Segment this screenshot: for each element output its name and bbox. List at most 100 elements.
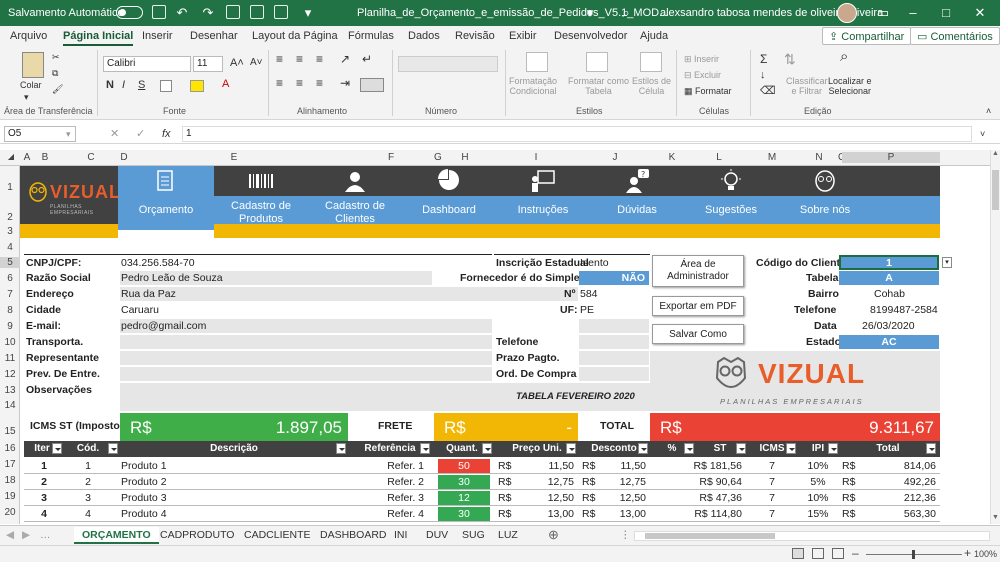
row-header[interactable]: 2 — [0, 212, 20, 223]
observacoes-field[interactable] — [120, 383, 492, 411]
cell-item[interactable]: 1 — [24, 460, 64, 472]
align-center-icon[interactable]: ≡ — [296, 77, 303, 89]
font-color-icon[interactable]: A — [222, 79, 229, 90]
nav-cadastro-clientes[interactable]: Cadastro de Clientes — [308, 166, 402, 230]
cell-price[interactable]: 12,50 — [518, 492, 574, 504]
cell-st[interactable]: R$ 114,80 — [682, 508, 742, 520]
scroll-down-icon[interactable]: ▼ — [992, 514, 999, 521]
cell-price[interactable]: 11,50 — [518, 460, 575, 472]
inscricao-value[interactable]: Isento — [580, 257, 609, 269]
italic-button[interactable]: I — [122, 80, 125, 91]
col-header[interactable]: C — [64, 152, 118, 163]
th-total[interactable]: Total — [840, 441, 936, 457]
zoom-slider-thumb[interactable] — [912, 550, 915, 559]
icms-total-cell[interactable]: R$ 1.897,05 — [120, 413, 348, 441]
add-sheet-icon[interactable]: ⊕ — [548, 527, 559, 543]
cell-ipi[interactable]: 10% — [800, 492, 836, 504]
tab-arquivo[interactable]: Arquivo — [10, 30, 47, 42]
cell-cur3[interactable]: R$ — [842, 492, 862, 504]
cell-item[interactable]: 3 — [24, 492, 64, 504]
sheet-tab-cadproduto[interactable]: CADPRODUTO — [160, 529, 234, 541]
cell-total[interactable]: 492,26 — [860, 476, 936, 488]
cell-cur2[interactable]: R$ — [582, 508, 602, 520]
cell-st[interactable]: R$ 181,56 — [682, 460, 742, 472]
cell-desc[interactable]: Produto 1 — [121, 460, 341, 472]
cell-total[interactable]: 212,36 — [860, 492, 936, 504]
cell-icms[interactable]: 7 — [750, 460, 794, 472]
sheet-tab-orcamento[interactable]: ORÇAMENTO — [74, 527, 159, 544]
col-header[interactable]: D — [120, 152, 128, 163]
tab-desenhar[interactable]: Desenhar — [190, 30, 238, 42]
qty-cell[interactable]: 30 — [438, 476, 490, 488]
align-left-icon[interactable]: ≡ — [276, 77, 283, 89]
format-cells-button[interactable]: ▦ Formatar — [684, 86, 732, 96]
cell-cur2[interactable]: R$ — [582, 492, 602, 504]
title-chevron-icon[interactable]: ▾ — [582, 5, 598, 21]
cell-cod[interactable]: 3 — [66, 492, 110, 504]
save-icon[interactable] — [152, 5, 166, 19]
transporta-field[interactable] — [120, 335, 492, 349]
filter-dropdown-icon[interactable] — [336, 443, 346, 454]
select-all-icon[interactable]: ◢ — [6, 152, 16, 161]
row-header[interactable]: 16 — [0, 443, 20, 454]
row-header[interactable]: 6 — [0, 273, 20, 284]
col-header[interactable]: A — [20, 152, 34, 163]
codigo-cliente-cell[interactable]: 1 — [839, 255, 939, 270]
tab-revisao[interactable]: Revisão — [455, 30, 495, 42]
insert-function-icon[interactable]: fx — [162, 129, 171, 140]
sheet-tab-luz[interactable]: LUZ — [498, 529, 518, 541]
row-header[interactable]: 10 — [0, 337, 20, 348]
tab-dados[interactable]: Dados — [408, 30, 440, 42]
nav-sobre-nos[interactable]: Sobre nós — [778, 166, 872, 230]
format-painter-icon[interactable]: 🖌 — [52, 84, 63, 94]
decrease-font-icon[interactable]: A˅ — [250, 58, 263, 68]
filter-dropdown-icon[interactable] — [638, 443, 648, 454]
cell-ref[interactable]: Refer. 2 — [350, 476, 430, 488]
sheet-tab-ini[interactable]: INI — [394, 529, 407, 541]
close-icon[interactable]: ✕ — [972, 5, 988, 21]
col-header[interactable]: E — [128, 152, 340, 163]
tab-formulas[interactable]: Fórmulas — [348, 30, 394, 42]
filter-dropdown-icon[interactable] — [108, 443, 118, 454]
filter-dropdown-icon[interactable] — [420, 443, 430, 454]
indent-icon[interactable]: ⇥ — [340, 77, 350, 89]
tabela-cell[interactable]: A — [839, 271, 939, 285]
filter-dropdown-icon[interactable] — [736, 443, 746, 454]
autosum-icon[interactable]: Σ — [760, 53, 767, 65]
cell-ipi[interactable]: 15% — [800, 508, 836, 520]
cell-cod[interactable]: 4 — [66, 508, 110, 520]
col-header[interactable]: M — [746, 152, 798, 163]
th-cod[interactable]: Cód. — [66, 441, 110, 457]
cell-item[interactable]: 2 — [24, 476, 64, 488]
search-icon[interactable]: ⌕ — [618, 5, 634, 21]
align-top-icon[interactable]: ≡ — [276, 53, 283, 65]
cut-icon[interactable]: ✂ — [52, 52, 60, 62]
cell-price[interactable]: 13,00 — [518, 508, 574, 520]
table-row[interactable]: 50 1 1 Produto 1 Refer. 1 R$ 11,50 R$ 11,50 R$ 18… — [20, 459, 940, 474]
comments-button[interactable]: ▭ Comentários — [910, 27, 1000, 45]
clear-icon[interactable]: ⌫ — [760, 86, 776, 97]
cell-total[interactable]: 814,06 — [860, 460, 936, 472]
cell-desc[interactable]: Produto 3 — [121, 492, 341, 504]
increase-font-icon[interactable]: A˄ — [230, 58, 244, 69]
codigo-dropdown-icon[interactable]: ▾ — [942, 257, 952, 268]
horizontal-scrollbar[interactable] — [634, 531, 990, 541]
hscroll-thumb[interactable] — [645, 533, 775, 539]
tab-splitter-icon[interactable]: ⋮ — [620, 529, 631, 541]
cell-icms[interactable]: 7 — [750, 476, 794, 488]
grand-total-cell[interactable]: R$ 9.311,67 — [650, 413, 940, 441]
more-sheets-icon[interactable]: … — [40, 529, 51, 541]
number-format-select[interactable] — [398, 56, 498, 72]
telefone-field[interactable] — [579, 335, 649, 349]
tab-pagina-inicial[interactable]: Página Inicial — [63, 30, 134, 46]
col-header[interactable]: P — [842, 152, 940, 163]
orientation-icon[interactable]: ↗ — [340, 53, 350, 65]
col-header[interactable]: B — [34, 152, 56, 163]
scroll-thumb[interactable] — [992, 170, 999, 210]
customize-qat-icon[interactable]: ▾ — [300, 5, 316, 21]
sort-filter-icon[interactable]: ⇅ — [784, 52, 796, 66]
expand-formula-icon[interactable]: ˅ — [980, 129, 985, 139]
col-header[interactable]: I — [494, 152, 578, 163]
cell-desc[interactable]: Produto 4 — [121, 508, 341, 520]
row-header[interactable]: 4 — [0, 242, 20, 253]
